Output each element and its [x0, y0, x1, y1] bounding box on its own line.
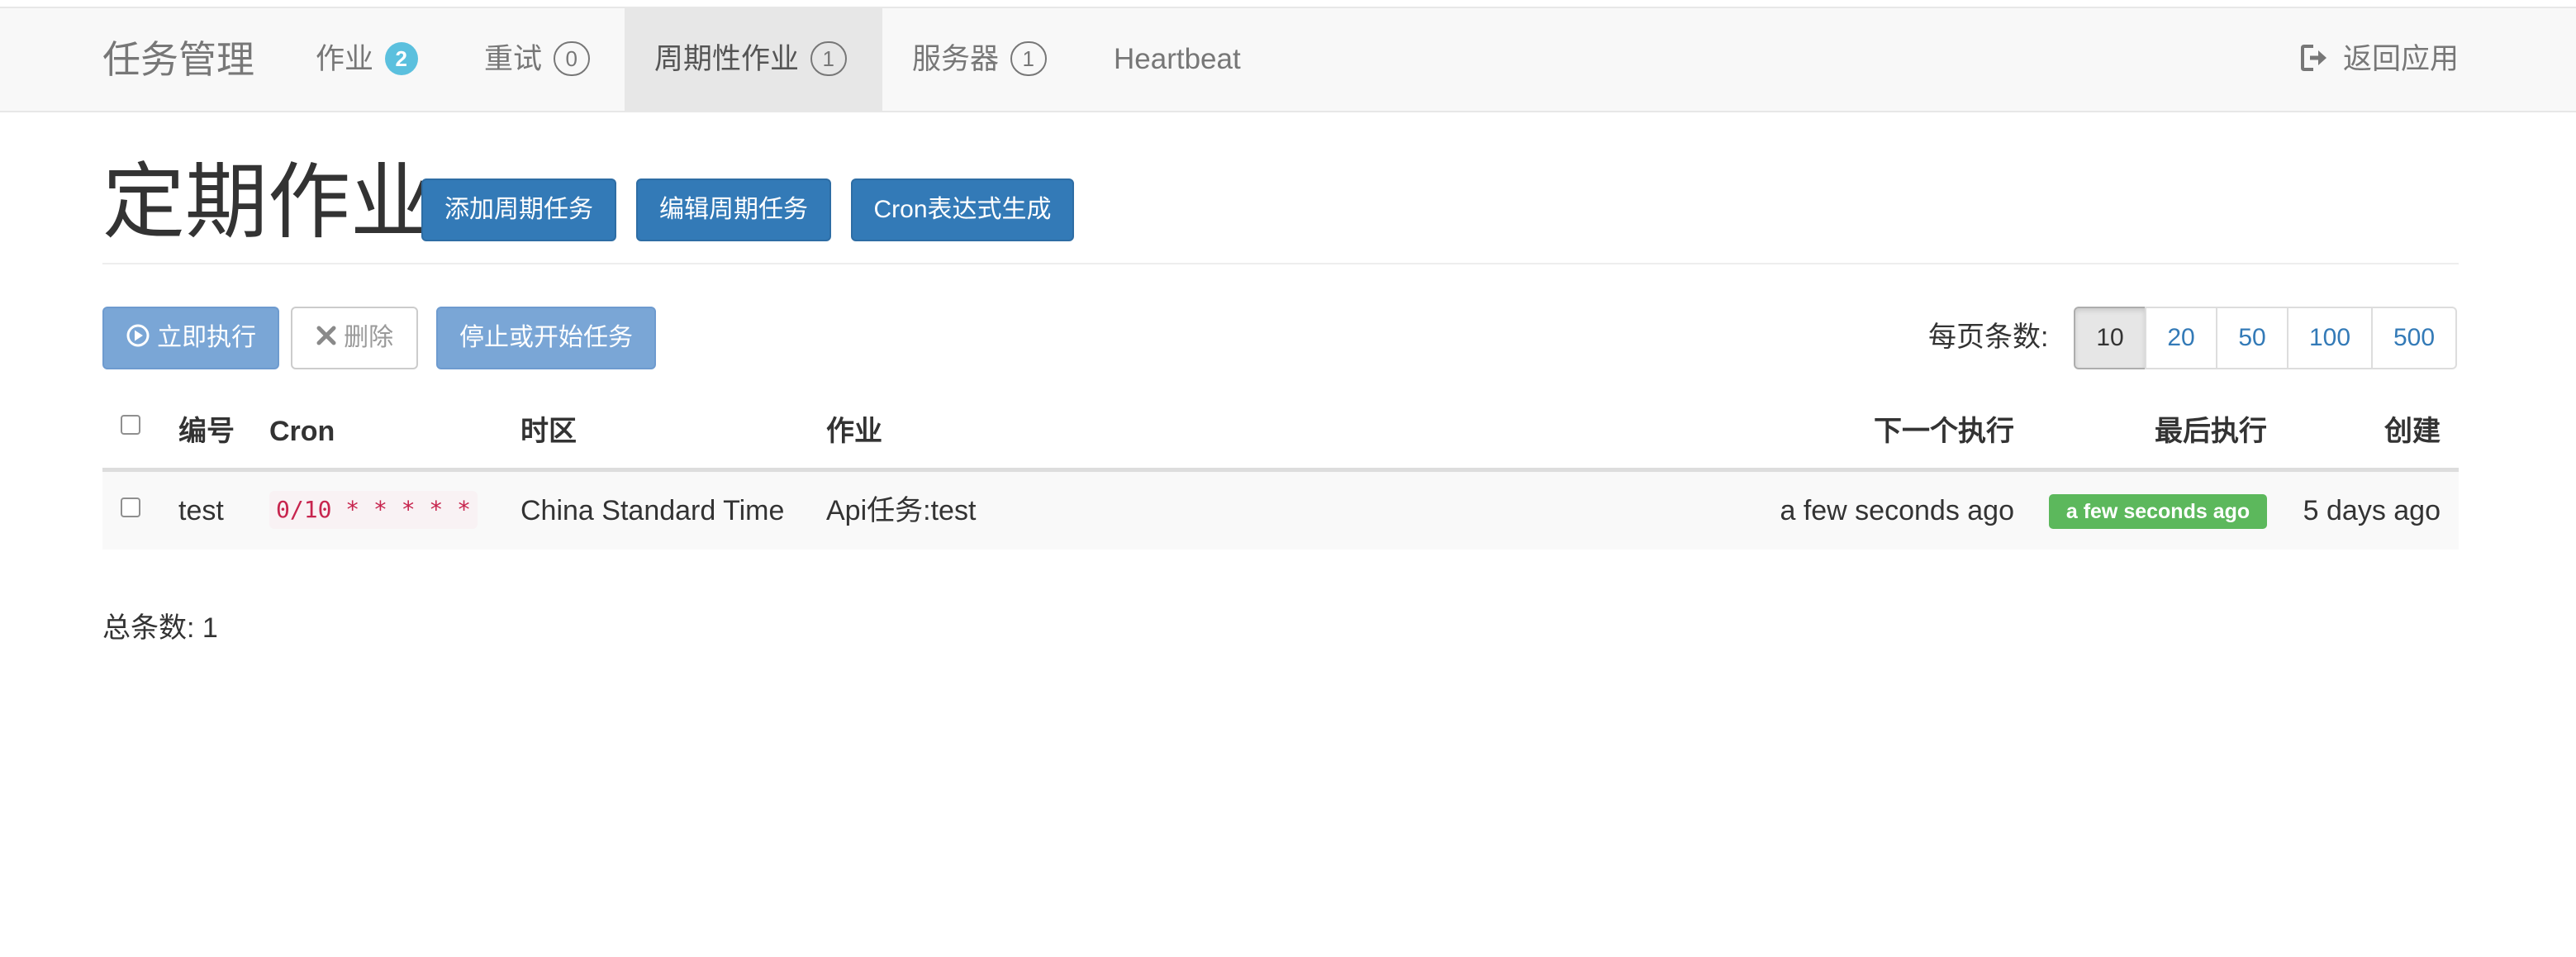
nav-item-servers[interactable]: 服务器 1: [896, 8, 1063, 111]
recurring-count-badge: 1: [810, 40, 847, 76]
nav-item-recurring-jobs[interactable]: 周期性作业 1: [625, 8, 882, 111]
navbar-brand[interactable]: 任务管理: [102, 8, 254, 111]
column-header-next-execution[interactable]: 下一个执行: [1818, 413, 2014, 450]
column-header-timezone[interactable]: 时区: [520, 413, 577, 450]
edit-recurring-task-button[interactable]: 编辑周期任务: [636, 179, 831, 241]
return-to-app-link[interactable]: 返回应用: [2300, 8, 2459, 111]
row-cron-cell: 0/10 * * * * *: [269, 491, 478, 529]
total-count: 总条数: 1: [102, 612, 218, 644]
top-navbar: 任务管理 作业 2 重试 0 周期性作业 1 服务器 1 Heartbeat 返…: [0, 7, 2576, 112]
column-header-id[interactable]: 编号: [178, 413, 235, 450]
nav-item-label: 周期性作业: [654, 43, 800, 75]
row-created-cell: 5 days ago: [2303, 495, 2441, 526]
nav-item-heartbeat[interactable]: Heartbeat: [1097, 8, 1257, 111]
per-page-option-500[interactable]: 500: [2371, 307, 2457, 369]
per-page-option-20[interactable]: 20: [2145, 307, 2217, 369]
column-header-job[interactable]: 作业: [826, 413, 882, 450]
cron-generator-button[interactable]: Cron表达式生成: [851, 179, 1074, 241]
servers-count-badge: 1: [1010, 40, 1047, 76]
per-page-selector: 10 20 50 100 500: [2074, 307, 2457, 369]
close-icon: [316, 324, 344, 351]
nav-item-label: 服务器: [912, 43, 1000, 75]
nav-item-jobs[interactable]: 作业 2: [299, 8, 435, 111]
per-page-option-100[interactable]: 100: [2287, 307, 2373, 369]
row-next-execution-cell: a few seconds ago: [1780, 495, 2014, 526]
row-id-cell[interactable]: test: [178, 493, 224, 529]
execute-now-label: 立即执行: [157, 324, 257, 351]
row-job-cell: Api任务:test: [826, 495, 977, 526]
per-page-option-10[interactable]: 10: [2074, 307, 2146, 369]
toggle-task-button[interactable]: 停止或开始任务: [436, 307, 656, 369]
nav-item-label: Heartbeat: [1114, 43, 1241, 75]
column-header-cron[interactable]: Cron: [269, 413, 335, 450]
delete-label: 删除: [344, 324, 394, 351]
per-page-option-50[interactable]: 50: [2216, 307, 2288, 369]
nav-item-label: 作业: [316, 43, 374, 75]
row-last-execution-label[interactable]: a few seconds ago: [2049, 494, 2267, 529]
return-label: 返回应用: [2342, 43, 2459, 75]
delete-button[interactable]: 删除: [291, 307, 418, 369]
row-select-checkbox[interactable]: [121, 498, 140, 517]
header-divider: [102, 263, 2459, 264]
sign-out-icon: [2300, 43, 2343, 75]
execute-now-button[interactable]: 立即执行: [102, 307, 279, 369]
retries-count-badge: 0: [553, 40, 590, 76]
jobs-count-badge: 2: [384, 41, 418, 75]
column-header-last-execution[interactable]: 最后执行: [2065, 413, 2267, 450]
row-timezone-cell: China Standard Time: [520, 495, 785, 526]
nav-item-retries[interactable]: 重试 0: [468, 8, 606, 111]
add-recurring-task-button[interactable]: 添加周期任务: [421, 179, 616, 241]
per-page-label: 每页条数:: [1928, 321, 2049, 353]
play-circle-icon: [126, 324, 157, 351]
page-title: 定期作业: [102, 156, 433, 249]
select-all-checkbox[interactable]: [121, 415, 140, 435]
column-header-created[interactable]: 创建: [2313, 413, 2441, 450]
nav-item-label: 重试: [484, 43, 543, 75]
